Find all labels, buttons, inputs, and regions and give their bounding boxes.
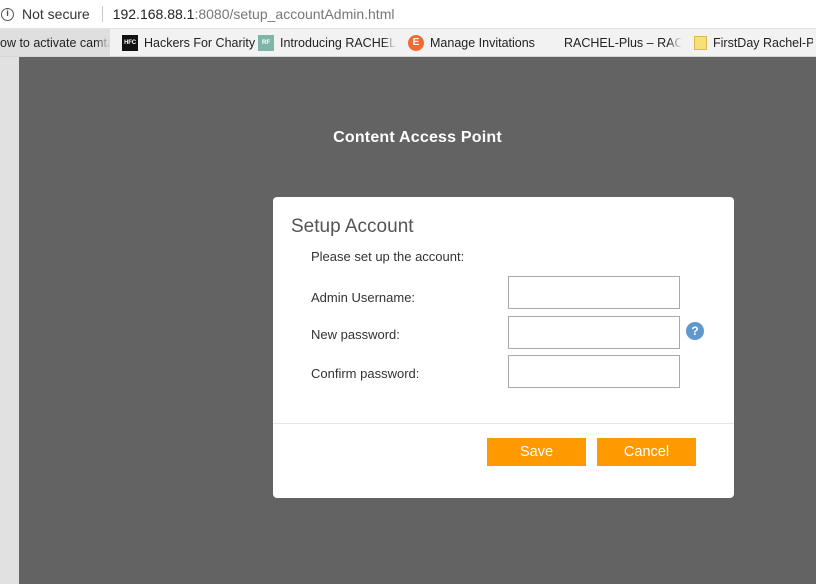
rf-icon: RF [258,34,274,51]
bookmark-label: FirstDay Rachel-Plus [713,35,813,50]
bookmark-label: RACHEL-Plus – RACHE [564,35,682,50]
confirm-password-label: Confirm password: [311,366,420,381]
new-password-label: New password: [311,327,400,342]
bookmark-item[interactable]: RF Introducing RACHEL t [258,29,396,56]
address-bar[interactable]: i Not secure 192.168.88.1:8080/setup_acc… [0,0,816,29]
bookmark-label: Manage Invitations [430,35,535,50]
url-host: 192.168.88.1 [112,6,195,22]
text-fade [382,29,396,56]
text-fade [96,29,110,56]
left-gutter [0,57,19,584]
url-path: :8080/setup_accountAdmin.html [194,6,395,22]
bookmark-label: Hackers For Charity [144,35,256,50]
page-viewport: Content Access Point Setup Account Pleas… [19,57,816,584]
save-button[interactable]: Save [487,438,586,466]
dialog-divider [273,423,734,424]
security-status[interactable]: Not secure [22,6,90,22]
bookmark-item[interactable]: ow to activate camta [0,29,110,56]
bookmark-item[interactable]: RACHEL-Plus – RACHE [564,29,682,56]
bookmark-label: ow to activate camta [0,35,110,50]
dialog-description: Please set up the account: [311,249,465,264]
url-text[interactable]: 192.168.88.1:8080/setup_accountAdmin.htm… [113,6,395,22]
new-password-input[interactable] [508,316,680,349]
e-icon: E [408,34,424,51]
cancel-button[interactable]: Cancel [597,438,696,466]
text-fade [668,29,682,56]
bookmark-item[interactable]: E Manage Invitations [408,29,535,56]
confirm-password-input[interactable] [508,355,680,388]
folder-icon [694,35,707,50]
bookmarks-bar: ow to activate camta HFC Hackers For Cha… [0,29,816,57]
setup-account-dialog: Setup Account Please set up the account:… [273,197,734,498]
admin-username-input[interactable] [508,276,680,309]
bookmark-label: Introducing RACHEL t [280,35,396,50]
info-icon[interactable]: i [1,7,14,21]
page-title: Content Access Point [333,129,502,146]
bookmark-item[interactable]: FirstDay Rachel-Plus [694,29,816,56]
dialog-title: Setup Account [291,216,414,237]
address-separator [101,6,103,22]
bookmark-item[interactable]: HFC Hackers For Charity [122,29,255,56]
help-icon[interactable]: ? [686,322,704,340]
admin-username-label: Admin Username: [311,290,416,305]
hfc-icon: HFC [122,34,138,51]
